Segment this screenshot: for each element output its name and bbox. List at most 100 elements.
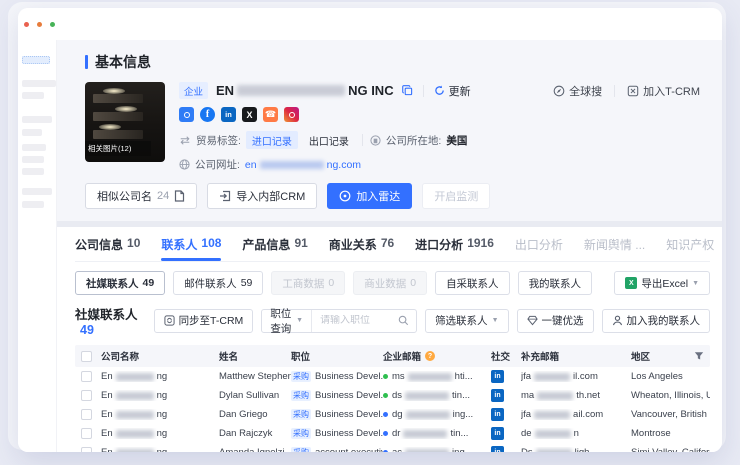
email-cell: acing.... xyxy=(383,447,491,452)
filter-contacts-dropdown[interactable]: 筛选联系人 ▼ xyxy=(425,309,508,333)
linkedin-icon[interactable] xyxy=(491,427,504,440)
select-all-checkbox[interactable] xyxy=(81,351,92,362)
add-my-contacts-button[interactable]: 加入我的联系人 xyxy=(602,309,711,333)
phone-icon[interactable]: ☎ xyxy=(263,107,278,122)
subtab-chip[interactable]: 商业数据 0 xyxy=(353,271,427,295)
linkedin-icon[interactable]: in xyxy=(221,107,236,122)
import-records-tag[interactable]: 进口记录 xyxy=(246,131,298,149)
section-title-accent xyxy=(85,55,88,69)
company-name: EN NG INC xyxy=(216,83,394,98)
one-click-optimize-button[interactable]: 一键优选 xyxy=(517,309,594,333)
sidebar-skeleton-item-active xyxy=(22,56,50,64)
sidebar-skeleton-item xyxy=(22,144,46,151)
x-twitter-icon[interactable]: X xyxy=(242,107,257,122)
sidebar-skeleton-item xyxy=(22,168,44,175)
email-suffix: hti... xyxy=(455,371,473,382)
position-search-group: 职位查询 ▼ xyxy=(261,309,417,333)
sync-tcrm-button[interactable]: 同步至T-CRM xyxy=(154,309,254,333)
copy-icon[interactable] xyxy=(402,85,413,96)
minimize-window-dot[interactable] xyxy=(37,22,42,27)
join-radar-button[interactable]: 加入雷达 xyxy=(327,183,412,209)
col-email: 企业邮箱 xyxy=(383,349,491,363)
export-records-tag[interactable]: 出口记录 xyxy=(303,131,355,149)
company-cell: Enng xyxy=(101,371,219,382)
redacted-company xyxy=(116,373,154,381)
email-suffix: tin... xyxy=(452,390,470,401)
tab[interactable]: 产品信息 91 xyxy=(242,236,307,261)
company-website-link[interactable]: en ng.com xyxy=(245,159,361,171)
linkedin-icon[interactable] xyxy=(491,446,504,452)
company-cell: Enng xyxy=(101,409,219,420)
tab-count: 76 xyxy=(381,236,394,253)
app-window: 基本信息 相关图片(12) 企业 EN xyxy=(18,8,722,452)
help-icon[interactable] xyxy=(425,351,435,361)
maximize-window-dot[interactable] xyxy=(50,22,55,27)
region-text: Los Angeles xyxy=(631,371,710,382)
list-title: 社媒联系人49 xyxy=(75,304,154,337)
chevron-down-icon: ▼ xyxy=(692,280,699,287)
tab[interactable]: 出口分析 xyxy=(515,236,563,261)
row-checkbox[interactable] xyxy=(81,390,92,401)
similar-companies-button[interactable]: 相似公司名 24 xyxy=(85,183,197,209)
table-header: 公司名称 姓名 职位 企业邮箱 社交 补充邮箱 地区 xyxy=(75,345,710,367)
import-icon xyxy=(219,190,231,202)
redacted-email xyxy=(405,392,449,400)
sidebar-skeleton-item xyxy=(22,188,52,195)
tab[interactable]: 公司信息 10 xyxy=(75,236,140,261)
tab[interactable]: 联系人 108 xyxy=(161,236,221,261)
export-excel-button[interactable]: X 导出Excel ▼ xyxy=(614,271,710,295)
alt-prefix: jfa xyxy=(521,409,531,420)
alt-suffix: n xyxy=(574,428,579,439)
company-cell: Enng xyxy=(101,390,219,401)
social-blue-icon[interactable] xyxy=(179,107,194,122)
facebook-icon[interactable]: f xyxy=(200,107,215,122)
linkedin-icon[interactable] xyxy=(491,408,504,421)
close-window-dot[interactable] xyxy=(24,22,29,27)
filter-funnel-icon[interactable] xyxy=(694,351,704,361)
linkedin-icon[interactable] xyxy=(491,370,504,383)
company-type-badge: 企业 xyxy=(179,82,208,99)
global-search-button[interactable]: 全球搜 xyxy=(553,83,602,99)
subtab-chip[interactable]: 我的联系人 xyxy=(518,271,593,295)
sidebar-nav xyxy=(18,40,57,452)
search-icon[interactable] xyxy=(398,315,409,326)
subtab-label: 邮件联系人 xyxy=(184,276,237,291)
subtab-chip[interactable]: 工商数据 0 xyxy=(271,271,345,295)
alt-suffix: ail.com xyxy=(573,409,603,420)
email-prefix: dg xyxy=(392,409,403,420)
tab-label: 知识产权 xyxy=(666,236,714,253)
redacted-alt-email xyxy=(534,411,570,419)
tab[interactable]: 商业关系 76 xyxy=(329,236,394,261)
subtab-chip[interactable]: 社媒联系人 49 xyxy=(75,271,165,295)
linkedin-icon[interactable] xyxy=(491,389,504,402)
tab[interactable]: 进口分析 1916 xyxy=(415,236,494,261)
company-cell: Enng xyxy=(101,447,219,452)
import-internal-crm-button[interactable]: 导入内部CRM xyxy=(207,183,317,209)
tab-count: 91 xyxy=(294,236,307,253)
photo-count-caption: 相关图片(12) xyxy=(85,141,151,156)
alt-prefix: jfa xyxy=(521,371,531,382)
sidebar-skeleton-item xyxy=(22,201,44,208)
alt-email-cell: jfail.com xyxy=(521,371,631,382)
company-suffix: ng xyxy=(157,428,168,439)
row-checkbox[interactable] xyxy=(81,447,92,452)
subtab-chip[interactable]: 自采联系人 xyxy=(435,271,510,295)
position-text: Business Devel... xyxy=(315,371,383,382)
company-photo-thumbnail[interactable]: 相关图片(12) xyxy=(85,82,165,162)
position-search-input[interactable] xyxy=(312,315,398,326)
subtab-chip[interactable]: 邮件联系人 59 xyxy=(173,271,263,295)
row-checkbox[interactable] xyxy=(81,428,92,439)
instagram-icon[interactable] xyxy=(284,107,299,122)
join-tcrm-button[interactable]: 加入T-CRM xyxy=(627,83,700,99)
row-checkbox[interactable] xyxy=(81,409,92,420)
table-row: Enng Amanda Ignelzi 采购 account executive… xyxy=(75,443,710,452)
update-button[interactable]: 更新 xyxy=(434,83,471,99)
tab[interactable]: 新闻舆情 ... xyxy=(584,236,645,261)
alt-suffix: th.net xyxy=(576,390,600,401)
position-query-dropdown[interactable]: 职位查询 ▼ xyxy=(262,310,312,332)
email-prefix: ms xyxy=(392,371,405,382)
tab[interactable]: 知识产权 xyxy=(666,236,714,261)
start-monitoring-button[interactable]: 开启监测 xyxy=(422,183,490,209)
row-checkbox[interactable] xyxy=(81,371,92,382)
detail-tabs: 公司信息 10 联系人 108 产品信息 91 商业关系 76 进口分析 191… xyxy=(75,227,710,262)
